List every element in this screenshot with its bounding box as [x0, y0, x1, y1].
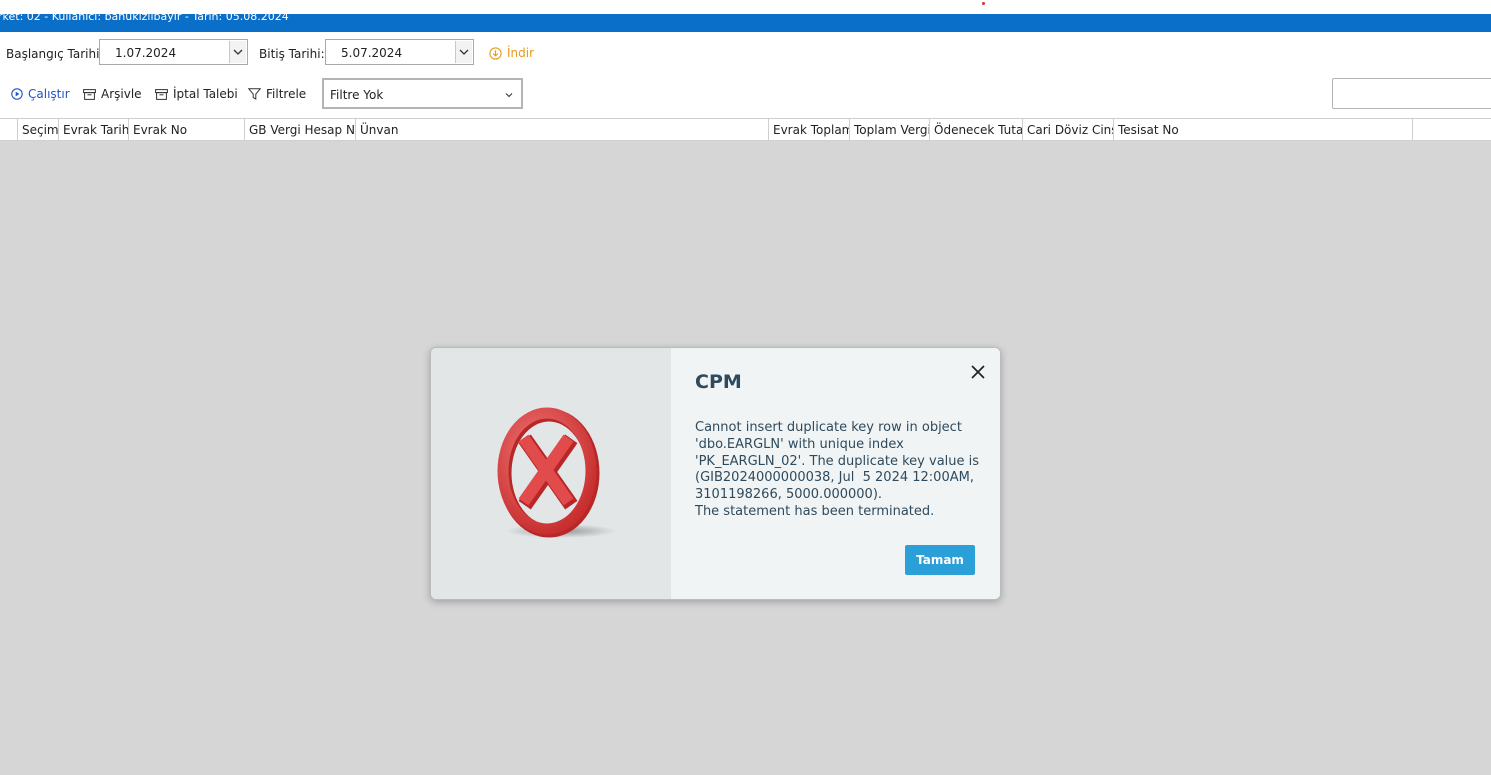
filter-select[interactable]: Filtre Yok — [322, 78, 523, 109]
cancel-request-button[interactable]: İptal Talebi — [155, 87, 238, 101]
titlebar-text: rket: 02 - Kullanıcı: banukızılbayır - T… — [0, 10, 289, 23]
action-toolbar: Çalıştır Arşivle İptal Talebi Filtrele F… — [0, 78, 1491, 110]
error-icon — [497, 407, 616, 538]
column-header[interactable]: Evrak Toplam — [769, 119, 850, 141]
search-input[interactable] — [1332, 78, 1491, 109]
chevron-down-icon[interactable] — [455, 41, 472, 63]
column-header[interactable]: Evrak Tarihi — [59, 119, 129, 141]
filter-label: Filtrele — [266, 87, 307, 101]
run-button[interactable]: Çalıştır — [11, 87, 70, 101]
message-line: 3101198266, 5000.000000). — [695, 487, 883, 503]
column-header[interactable]: Seçim — [18, 119, 59, 141]
column-header[interactable]: Ödenecek Tutar — [930, 119, 1023, 141]
column-header[interactable]: GB Vergi Hesap No — [245, 119, 356, 141]
filter-button[interactable]: Filtrele — [248, 87, 306, 101]
message-line: Cannot insert duplicate key row in objec… — [695, 420, 962, 435]
grid-row-header — [0, 119, 18, 141]
start-date-label: Başlangıç Tarihi: — [6, 47, 104, 61]
message-line: 'dbo.EARGLN' with unique index — [695, 436, 904, 452]
grid-header: Seçim Evrak Tarihi Evrak No GB Vergi Hes… — [0, 118, 1491, 141]
column-header[interactable]: Evrak No — [129, 119, 245, 141]
column-header[interactable]: Ünvan — [356, 119, 769, 141]
message-line: 'PK_EARGLN_02'. The duplicate key value … — [695, 453, 980, 469]
archive-icon — [83, 88, 96, 100]
end-date-label: Bitiş Tarihi: — [259, 47, 325, 61]
message-line: (GIB2024000000038, Jul 5 2024 12:00AM, — [695, 470, 974, 486]
end-date-value: 5.07.2024 — [341, 46, 403, 60]
column-header[interactable]: Tesisat No — [1114, 119, 1413, 141]
download-button[interactable]: İndir — [489, 46, 534, 60]
error-dialog: CPM Cannot insert duplicate key row in o… — [430, 347, 1001, 600]
column-header[interactable]: Cari Döviz Cinsi — [1023, 119, 1114, 141]
ok-button[interactable]: Tamam — [905, 545, 975, 575]
funnel-icon — [248, 88, 261, 100]
window-titlebar: rket: 02 - Kullanıcı: banukızılbayır - T… — [0, 0, 1491, 32]
filter-select-value: Filtre Yok — [330, 88, 384, 102]
download-icon — [489, 46, 502, 60]
run-label: Çalıştır — [28, 87, 70, 101]
red-dot-marker — [982, 2, 985, 5]
column-header[interactable]: Toplam Vergi — [850, 119, 930, 141]
close-icon — [971, 365, 985, 379]
archive-label: Arşivle — [101, 87, 142, 101]
start-date-picker[interactable]: 1.07.2024 — [99, 39, 248, 65]
cancel-request-label: İptal Talebi — [173, 87, 238, 101]
play-circle-icon — [11, 88, 23, 100]
archive-icon — [155, 88, 168, 100]
dialog-content: CPM Cannot insert duplicate key row in o… — [671, 348, 1000, 599]
dialog-message: Cannot insert duplicate key row in objec… — [695, 420, 985, 521]
message-line: The statement has been terminated. — [695, 503, 935, 519]
end-date-picker[interactable]: 5.07.2024 — [325, 39, 474, 65]
archive-button[interactable]: Arşivle — [83, 87, 142, 101]
start-date-value: 1.07.2024 — [115, 46, 177, 60]
date-range-bar: Başlangıç Tarihi: 1.07.2024 Bitiş Tarihi… — [0, 38, 1491, 68]
dialog-title: CPM — [695, 371, 742, 393]
close-button[interactable] — [967, 361, 989, 383]
download-label: İndir — [507, 46, 535, 60]
chevron-down-icon[interactable] — [229, 41, 246, 63]
dialog-icon-panel — [431, 348, 671, 599]
chevron-down-icon — [505, 87, 513, 101]
